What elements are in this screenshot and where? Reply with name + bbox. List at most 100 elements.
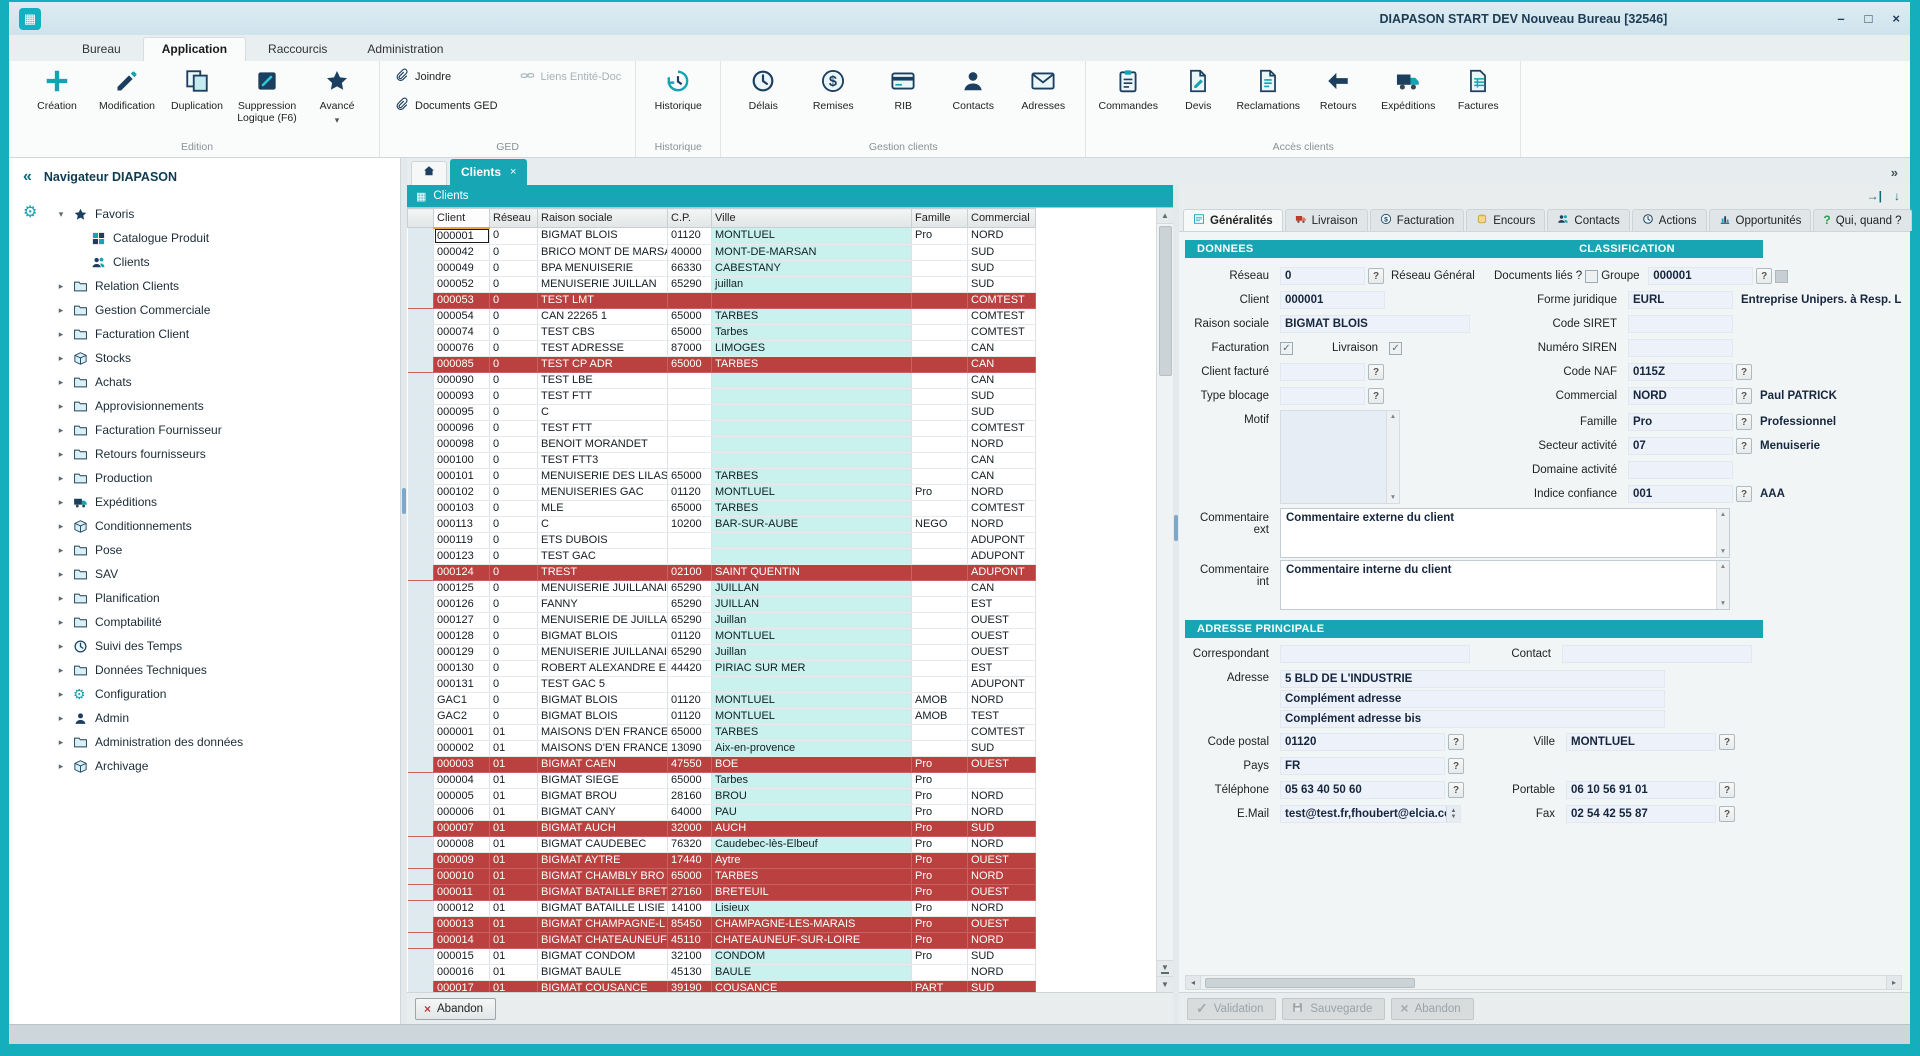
commentaire-int-textarea[interactable]: Commentaire interne du client ▲▼	[1280, 560, 1730, 610]
ribbon-button-suppression-logique-f6[interactable]: Suppression Logique (F6)	[233, 64, 301, 124]
cell-raison-sociale[interactable]: MENUISERIE JUILLANAIS	[538, 644, 668, 660]
cell-raison-sociale[interactable]: ETS DUBOIS	[538, 532, 668, 548]
cell-client[interactable]: 000017	[434, 980, 490, 992]
sidebar-item-expeditions[interactable]: ▸Expéditions	[55, 490, 400, 514]
cell-ville[interactable]: MONTLUEL	[712, 628, 912, 644]
cell-reseau[interactable]: 01	[490, 980, 538, 992]
cell-commercial[interactable]: CAN	[968, 340, 1036, 356]
client-facture-field[interactable]	[1280, 363, 1365, 381]
select-all-header[interactable]	[408, 209, 434, 228]
cell-ville[interactable]: TARBES	[712, 868, 912, 884]
portable-field[interactable]: 06 10 56 91 01	[1566, 781, 1716, 799]
cell-client[interactable]: 000124	[434, 564, 490, 580]
cell-c-p[interactable]: 65000	[668, 772, 712, 788]
cell-c-p[interactable]: 47550	[668, 756, 712, 772]
facturation-checkbox[interactable]	[1280, 342, 1293, 355]
row-selector[interactable]	[408, 260, 434, 276]
ribbon-button-delais[interactable]: Délais	[729, 64, 797, 112]
cell-client[interactable]: 000101	[434, 468, 490, 484]
ribbon-button-retours[interactable]: Retours	[1304, 64, 1372, 112]
cell-c-p[interactable]: 85450	[668, 916, 712, 932]
cell-raison-sociale[interactable]: ROBERT ALEXANDRE E1	[538, 660, 668, 676]
cell-c-p[interactable]: 45110	[668, 932, 712, 948]
cell-raison-sociale[interactable]: BIGMAT CHATEAUNEUF	[538, 932, 668, 948]
chevron-right-icon[interactable]: ▸	[55, 473, 67, 484]
famille-field[interactable]: Pro	[1628, 413, 1733, 431]
cell-commercial[interactable]: CAN	[968, 580, 1036, 596]
row-selector[interactable]	[408, 324, 434, 340]
cell-ville[interactable]: PIRIAC SUR MER	[712, 660, 912, 676]
table-row[interactable]: GAC20BIGMAT BLOIS01120MONTLUELAMOBTEST	[408, 708, 1036, 724]
cell-client[interactable]: 000128	[434, 628, 490, 644]
panel-splitter[interactable]	[1173, 185, 1179, 1024]
sidebar-item-comptabilite[interactable]: ▸Comptabilité	[55, 610, 400, 634]
cell-client[interactable]: 000009	[434, 852, 490, 868]
cell-client[interactable]: 000093	[434, 388, 490, 404]
cell-famille[interactable]: AMOB	[912, 692, 968, 708]
cell-commercial[interactable]	[968, 772, 1036, 788]
tab-contacts[interactable]: Contacts	[1547, 209, 1629, 231]
cell-reseau[interactable]: 0	[490, 308, 538, 324]
code-siret-field[interactable]	[1628, 315, 1733, 333]
cell-c-p[interactable]: 01120	[668, 692, 712, 708]
cell-reseau[interactable]: 01	[490, 820, 538, 836]
table-row[interactable]: 00001501BIGMAT CONDOM32100CONDOMProSUD	[408, 948, 1036, 964]
cell-famille[interactable]: Pro	[912, 900, 968, 916]
cell-commercial[interactable]: COMTEST	[968, 420, 1036, 436]
cell-raison-sociale[interactable]: MENUISERIE JUILLANAIS	[538, 580, 668, 596]
help-button[interactable]: ?	[1736, 388, 1752, 404]
table-row[interactable]: 00001601BIGMAT BAULE45130BAULENORD	[408, 964, 1036, 980]
abandon-button[interactable]: × Abandon	[415, 998, 496, 1020]
cell-famille[interactable]: Pro	[912, 884, 968, 900]
row-selector[interactable]	[408, 356, 434, 372]
chevron-right-icon[interactable]: ▸	[55, 377, 67, 388]
cell-client[interactable]: 000014	[434, 932, 490, 948]
cell-client[interactable]: 000113	[434, 516, 490, 532]
chevron-down-icon[interactable]: ▾	[55, 209, 67, 220]
cell-c-p[interactable]: 01120	[668, 708, 712, 724]
cell-client[interactable]: 000004	[434, 772, 490, 788]
cell-c-p[interactable]: 45130	[668, 964, 712, 980]
commentaire-ext-textarea[interactable]: Commentaire externe du client ▲▼	[1280, 508, 1730, 558]
ville-field[interactable]: MONTLUEL	[1566, 733, 1716, 751]
chevron-right-icon[interactable]: ▸	[55, 353, 67, 364]
sidebar-item-production[interactable]: ▸Production	[55, 466, 400, 490]
cell-c-p[interactable]: 65290	[668, 612, 712, 628]
table-row[interactable]: 0000540CAN 22265 165000TARBESCOMTEST	[408, 308, 1036, 324]
chevron-right-icon[interactable]: ▸	[55, 305, 67, 316]
row-selector[interactable]	[408, 980, 434, 992]
cell-c-p[interactable]	[668, 436, 712, 452]
table-row[interactable]: 0000850TEST CP ADR65000TARBESCAN	[408, 356, 1036, 372]
table-row[interactable]: 00000201MAISONS D'EN FRANCE13090Aix-en-p…	[408, 740, 1036, 756]
chevron-right-icon[interactable]: ▸	[55, 737, 67, 748]
cell-raison-sociale[interactable]: BRICO MONT DE MARSA	[538, 244, 668, 260]
table-row[interactable]: 0001230TEST GACADUPONT	[408, 548, 1036, 564]
cell-raison-sociale[interactable]: TREST	[538, 564, 668, 580]
ribbon-tab-administration[interactable]: Administration	[349, 38, 461, 61]
cell-commercial[interactable]: CAN	[968, 452, 1036, 468]
chevron-right-icon[interactable]: ▸	[55, 617, 67, 628]
cell-famille[interactable]	[912, 452, 968, 468]
cell-raison-sociale[interactable]: BIGMAT CANY	[538, 804, 668, 820]
minimize-button[interactable]: –	[1837, 11, 1844, 26]
cell-ville[interactable]: CONDOM	[712, 948, 912, 964]
cell-commercial[interactable]: SUD	[968, 276, 1036, 292]
cell-reseau[interactable]: 0	[490, 372, 538, 388]
cell-commercial[interactable]: OUEST	[968, 884, 1036, 900]
cell-client[interactable]: 000103	[434, 500, 490, 516]
cell-reseau[interactable]: 01	[490, 852, 538, 868]
home-tab[interactable]	[411, 161, 447, 185]
scrollbar-thumb[interactable]	[1159, 226, 1172, 376]
sidebar-item-clients[interactable]: Clients	[55, 250, 400, 274]
row-selector[interactable]	[408, 836, 434, 852]
cell-ville[interactable]: CHATEAUNEUF-SUR-LOIRE	[712, 932, 912, 948]
ribbon-button-duplication[interactable]: Duplication	[163, 64, 231, 112]
cell-reseau[interactable]: 0	[490, 260, 538, 276]
cell-raison-sociale[interactable]: BIGMAT BATAILLE BRET	[538, 884, 668, 900]
cell-ville[interactable]	[712, 372, 912, 388]
sidebar-item-suivi-des-temps[interactable]: ▸Suivi des Temps	[55, 634, 400, 658]
help-button[interactable]: ?	[1719, 782, 1735, 798]
help-button[interactable]: ?	[1719, 734, 1735, 750]
table-row[interactable]: 0001280BIGMAT BLOIS01120MONTLUELOUEST	[408, 628, 1036, 644]
cell-client[interactable]: 000011	[434, 884, 490, 900]
